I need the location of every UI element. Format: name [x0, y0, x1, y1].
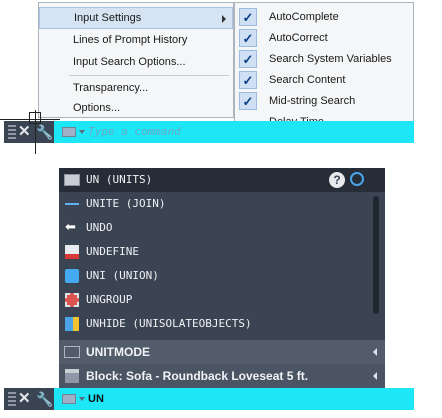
checkmark-icon: ✓: [239, 29, 257, 47]
menu-item-transparency[interactable]: Transparency...: [39, 77, 233, 99]
autocomplete-item-label: UNGROUP: [86, 293, 133, 306]
close-icon[interactable]: ✕: [18, 122, 31, 142]
top-command-line: ✕ 🔧 Type a command: [4, 121, 414, 143]
autocomplete-item-undo[interactable]: ⬅ UNDO: [59, 216, 385, 240]
autocomplete-item-block-sofa[interactable]: Block: Sofa - Roundback Loveseat 5 ft.: [59, 364, 385, 388]
command-input[interactable]: Type a command: [54, 121, 414, 143]
autocomplete-item-units[interactable]: UN (UNITS) ?: [59, 168, 385, 192]
autocomplete-item-label: UNDO: [86, 221, 113, 234]
input-settings-submenu: ✓ AutoComplete ✓ AutoCorrect ✓ Search Sy…: [234, 2, 414, 132]
submenu-item-mid-string-search[interactable]: ✓ Mid-string Search: [235, 91, 413, 111]
checkmark-icon: ✓: [239, 92, 257, 110]
submenu-item-label: AutoComplete: [269, 11, 339, 23]
menu-item-label: Input Search Options...: [73, 56, 186, 68]
submenu-item-label: Mid-string Search: [269, 95, 356, 107]
menu-item-lines-of-prompt-history[interactable]: Lines of Prompt History: [39, 29, 233, 51]
menu-item-label: Lines of Prompt History: [73, 34, 188, 46]
autocomplete-item-ungroup[interactable]: UNGROUP: [59, 288, 385, 312]
expand-arrow-icon[interactable]: [373, 372, 377, 380]
recent-commands-icon[interactable]: [62, 127, 76, 137]
submenu-arrow-icon: [222, 15, 226, 23]
autocomplete-item-label: UNITMODE: [86, 345, 150, 359]
submenu-item-search-system-variables[interactable]: ✓ Search System Variables: [235, 49, 413, 69]
submenu-item-autocorrect[interactable]: ✓ AutoCorrect: [235, 28, 413, 48]
ungroup-icon: [65, 293, 79, 307]
menu-separator: [69, 75, 229, 76]
command-line-grip[interactable]: ✕ 🔧: [4, 388, 54, 410]
autocomplete-item-undefine[interactable]: UNDEFINE: [59, 240, 385, 264]
close-icon[interactable]: ✕: [18, 389, 31, 409]
submenu-item-label: Search Content: [269, 74, 346, 86]
autocomplete-item-unhide[interactable]: UNHIDE (UNISOLATEOBJECTS): [59, 312, 385, 336]
crosshair-pickbox: [29, 112, 41, 124]
menu-item-label: Input Settings: [74, 12, 142, 24]
checkmark-icon: ✓: [239, 71, 257, 89]
drag-handle-icon[interactable]: [12, 125, 16, 139]
command-input[interactable]: UN: [54, 388, 414, 410]
undefine-icon: [65, 245, 79, 259]
command-line-context-menu: Input Settings Lines of Prompt History I…: [38, 2, 234, 118]
chevron-down-icon[interactable]: [79, 130, 85, 134]
submenu-item-label: AutoCorrect: [269, 32, 328, 44]
autocomplete-list: UN (UNITS) ? UNITE (JOIN) ⬅ UNDO UNDEFIN…: [59, 168, 385, 388]
chevron-down-icon[interactable]: [79, 397, 85, 401]
command-placeholder: Type a command: [88, 125, 181, 138]
autocomplete-item-union[interactable]: UNI (UNION): [59, 264, 385, 288]
checkmark-icon: ✓: [239, 50, 257, 68]
command-input-value: UN: [88, 393, 104, 405]
expand-arrow-icon[interactable]: [373, 348, 377, 356]
undo-arrow-icon: ⬅: [65, 219, 76, 234]
autocomplete-scrollbar[interactable]: [373, 196, 379, 314]
menu-item-label: Options...: [73, 102, 121, 114]
autocomplete-item-label: UNDEFINE: [86, 245, 139, 258]
autocomplete-item-unite[interactable]: UNITE (JOIN): [59, 192, 385, 216]
autocomplete-item-label: Block: Sofa - Roundback Loveseat 5 ft.: [86, 369, 309, 383]
menu-item-input-settings[interactable]: Input Settings: [39, 7, 233, 29]
submenu-item-search-content[interactable]: ✓ Search Content: [235, 70, 413, 90]
autocomplete-item-unitmode[interactable]: UNITMODE: [59, 340, 385, 364]
bottom-command-line: ✕ 🔧 UN: [4, 388, 414, 410]
autocomplete-item-label: UNI (UNION): [86, 269, 159, 282]
autocomplete-item-label: UN (UNITS): [86, 173, 153, 186]
join-icon: [65, 203, 79, 205]
units-icon: [64, 174, 80, 186]
wrench-icon[interactable]: 🔧: [36, 390, 53, 408]
submenu-item-autocomplete[interactable]: ✓ AutoComplete: [235, 7, 413, 27]
menu-item-options[interactable]: Options...: [39, 97, 233, 119]
sysvar-icon: [64, 346, 80, 358]
autocomplete-item-label: UNITE (JOIN): [86, 197, 166, 210]
web-search-icon[interactable]: [350, 172, 364, 186]
drag-handle-icon[interactable]: [12, 392, 16, 406]
autocomplete-item-label: UNHIDE (UNISOLATEOBJECTS): [86, 317, 252, 330]
checkmark-icon: ✓: [239, 8, 257, 26]
wrench-icon[interactable]: 🔧: [36, 123, 53, 141]
help-icon[interactable]: ?: [329, 172, 345, 188]
union-icon: [65, 269, 79, 283]
unhide-icon: [65, 317, 79, 331]
menu-item-input-search-options[interactable]: Input Search Options...: [39, 51, 233, 73]
menu-item-label: Transparency...: [73, 82, 149, 94]
recent-commands-icon[interactable]: [62, 394, 76, 404]
block-icon: [65, 369, 79, 383]
submenu-item-label: Search System Variables: [269, 53, 392, 65]
command-line-grip[interactable]: ✕ 🔧: [4, 121, 54, 143]
